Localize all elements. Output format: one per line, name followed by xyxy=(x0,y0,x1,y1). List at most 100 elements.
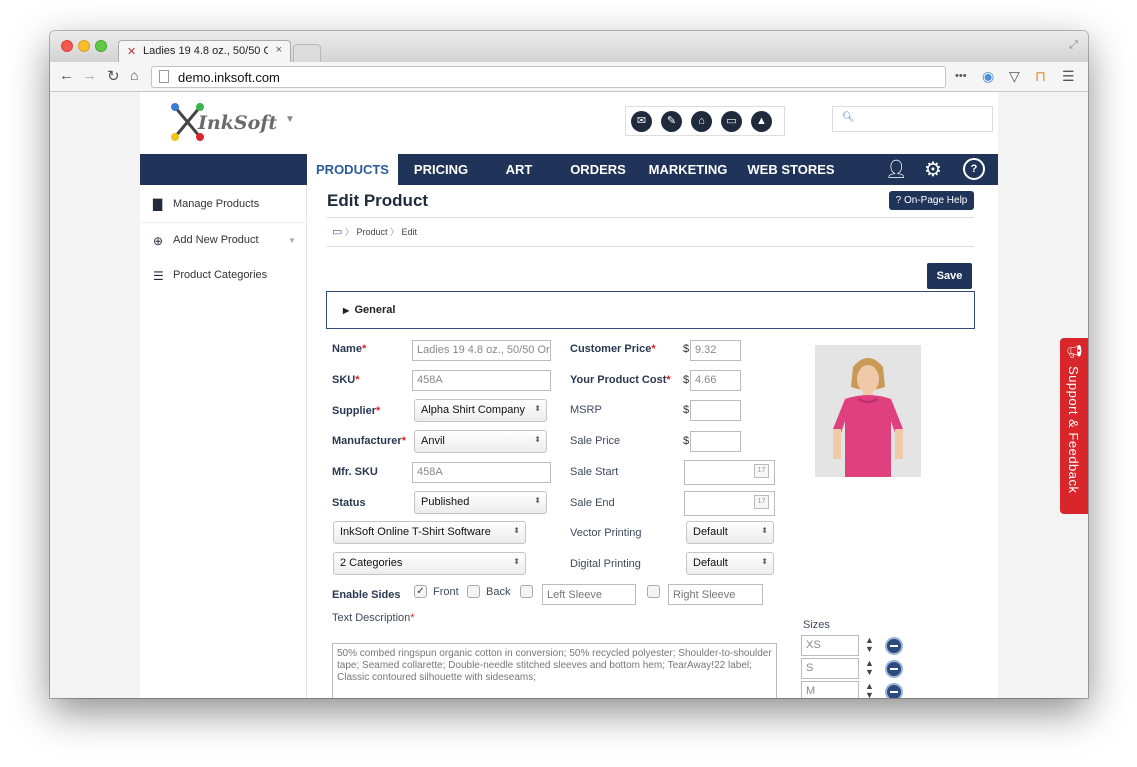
status-label: Status xyxy=(332,497,366,509)
divider xyxy=(327,246,974,247)
remove-size-icon[interactable] xyxy=(885,660,903,678)
extension-icon[interactable]: ◉ xyxy=(982,68,994,85)
back-checkbox[interactable] xyxy=(467,585,480,598)
digital-printing-select[interactable]: Default ⬍ xyxy=(686,552,774,575)
front-checkbox[interactable]: ✓ xyxy=(414,585,427,598)
left-sleeve-checkbox[interactable] xyxy=(520,585,533,598)
chevron-down-icon[interactable]: ▼ xyxy=(288,236,296,245)
inksoft-logo[interactable]: InkSoft xyxy=(170,102,290,142)
browser-tab[interactable]: ✕ Ladies 19 4.8 oz., 50/50 C × xyxy=(118,40,291,62)
pocket-icon[interactable]: ▽ xyxy=(1009,68,1020,85)
select-arrows-icon: ⬍ xyxy=(513,526,520,535)
mfr-sku-input[interactable]: 458A xyxy=(412,462,551,483)
breadcrumb-edit: Edit xyxy=(401,227,418,237)
supplier-select[interactable]: Alpha Shirt Company ⬍ xyxy=(414,399,547,422)
size-input-m[interactable]: M xyxy=(801,681,859,698)
text-description-textarea[interactable]: 50% combed ringspun organic cotton in co… xyxy=(332,643,777,698)
monitor-icon[interactable]: ▭ xyxy=(332,226,342,238)
categories-select[interactable]: 2 Categories ⬍ xyxy=(333,552,526,575)
sale-end-input[interactable]: 17 xyxy=(684,491,775,516)
store-select[interactable]: InkSoft Online T-Shirt Software ⬍ xyxy=(333,521,526,544)
product-cost-label: Your Product Cost* xyxy=(570,374,671,386)
sku-input[interactable]: 458A xyxy=(412,370,551,391)
briefcase-icon: ▇ xyxy=(153,197,163,211)
nav-products[interactable]: PRODUCTS xyxy=(307,154,398,185)
nav-art[interactable]: ART xyxy=(490,154,548,185)
name-input[interactable]: Ladies 19 4.8 oz., 50/50 Org xyxy=(412,340,551,361)
section-toggle[interactable]: ▶ General xyxy=(343,304,395,316)
browser-window: ✕ Ladies 19 4.8 oz., 50/50 C × ⤢ ← → ↻ ⌂… xyxy=(50,31,1088,698)
bookmark-extension-icon[interactable]: ⊓ xyxy=(1035,68,1046,85)
breadcrumb-product[interactable]: Product xyxy=(356,227,387,237)
browser-toolbar: ← → ↻ ⌂ demo.inksoft.com ••• ◉ ▽ ⊓ ☰ xyxy=(50,62,1088,92)
tab-close-icon[interactable]: × xyxy=(276,44,282,56)
more-actions-icon[interactable]: ••• xyxy=(955,70,967,82)
nav-web-stores[interactable]: WEB STORES xyxy=(743,154,839,185)
vector-printing-label: Vector Printing xyxy=(570,527,642,539)
reorder-arrows-icon[interactable]: ▲ ▼ xyxy=(865,659,874,677)
fullscreen-icon[interactable]: ⤢ xyxy=(1069,39,1078,52)
reload-icon[interactable]: ↻ xyxy=(107,67,120,85)
new-tab-button[interactable] xyxy=(293,44,321,62)
sidebar-item-label: Manage Products xyxy=(173,198,260,210)
reports-chart-icon[interactable]: ▲ xyxy=(751,111,772,132)
forward-icon[interactable]: → xyxy=(82,67,97,84)
sku-label: SKU* xyxy=(332,374,360,386)
remove-size-icon[interactable] xyxy=(885,683,903,698)
mail-icon[interactable]: ✉ xyxy=(631,111,652,132)
name-label: Name* xyxy=(332,343,367,355)
url-text: demo.inksoft.com xyxy=(178,70,280,85)
home-icon[interactable]: ⌂ xyxy=(130,67,138,83)
manufacturer-select[interactable]: Anvil ⬍ xyxy=(414,430,547,453)
supplier-label: Supplier* xyxy=(332,405,381,417)
main-content: Edit Product ? On-Page Help ▭ 〉 Product … xyxy=(307,185,998,698)
close-window-button[interactable] xyxy=(61,40,73,52)
left-sleeve-input[interactable] xyxy=(542,584,636,605)
nav-marketing[interactable]: MARKETING xyxy=(640,154,736,185)
help-circle-icon[interactable]: ? xyxy=(963,158,985,180)
status-select[interactable]: Published ⬍ xyxy=(414,491,547,514)
customer-price-input[interactable]: 9.32 xyxy=(690,340,741,361)
calendar-icon[interactable]: 17 xyxy=(754,495,769,509)
right-sleeve-input[interactable] xyxy=(668,584,763,605)
vector-printing-select[interactable]: Default ⬍ xyxy=(686,521,774,544)
zoom-window-button[interactable] xyxy=(95,40,107,52)
store-home-icon[interactable]: ⌂ xyxy=(691,111,712,132)
nav-pricing[interactable]: PRICING xyxy=(402,154,480,185)
sidebar-item-add-new-product[interactable]: ⊕ Add New Product ▼ xyxy=(140,223,307,257)
right-sleeve-checkbox[interactable] xyxy=(647,585,660,598)
browser-titlebar: ✕ Ladies 19 4.8 oz., 50/50 C × ⤢ xyxy=(50,31,1088,62)
on-page-help-button[interactable]: ? On-Page Help xyxy=(889,191,974,210)
menu-icon[interactable]: ☰ xyxy=(1062,68,1075,85)
save-button[interactable]: Save xyxy=(927,263,972,289)
sale-price-input[interactable] xyxy=(690,431,741,452)
calendar-icon[interactable]: 17 xyxy=(754,464,769,478)
size-input-xs[interactable]: XS xyxy=(801,635,859,656)
monitor-icon[interactable]: ▭ xyxy=(721,111,742,132)
app-header: InkSoft ▼ ✉ ✎ ⌂ ▭ ▲ 🔍︎ xyxy=(140,92,998,154)
product-image[interactable] xyxy=(815,345,921,477)
sidebar-item-product-categories[interactable]: ☰ Product Categories xyxy=(140,258,307,292)
product-cost-input[interactable]: 4.66 xyxy=(690,370,741,391)
logo-dropdown-icon[interactable]: ▼ xyxy=(285,114,295,125)
section-label: General xyxy=(354,304,396,316)
support-feedback-tab[interactable]: 📢︎ Support & Feedback xyxy=(1060,338,1088,514)
reorder-arrows-icon[interactable]: ▲ ▼ xyxy=(865,636,874,654)
search-input[interactable]: 🔍︎ xyxy=(832,106,993,132)
notes-icon[interactable]: ✎ xyxy=(661,111,682,132)
user-icon[interactable]: 👤︎ xyxy=(885,159,908,180)
address-bar[interactable]: demo.inksoft.com xyxy=(151,66,946,88)
nav-orders[interactable]: ORDERS xyxy=(560,154,636,185)
gear-icon[interactable]: ⚙ xyxy=(924,157,942,182)
app-page: InkSoft ▼ ✉ ✎ ⌂ ▭ ▲ 🔍︎ PRODUCTS PRICING xyxy=(140,92,998,698)
reorder-arrows-icon[interactable]: ▲ ▼ xyxy=(865,682,874,699)
back-icon[interactable]: ← xyxy=(59,67,74,84)
general-section-header[interactable]: ▶ General xyxy=(326,291,975,329)
minimize-window-button[interactable] xyxy=(78,40,90,52)
sale-start-input[interactable]: 17 xyxy=(684,460,775,485)
sidebar-item-manage-products[interactable]: ▇ Manage Products xyxy=(140,185,307,223)
size-input-s[interactable]: S xyxy=(801,658,859,679)
customer-price-label: Customer Price* xyxy=(570,343,656,355)
msrp-input[interactable] xyxy=(690,400,741,421)
remove-size-icon[interactable] xyxy=(885,637,903,655)
